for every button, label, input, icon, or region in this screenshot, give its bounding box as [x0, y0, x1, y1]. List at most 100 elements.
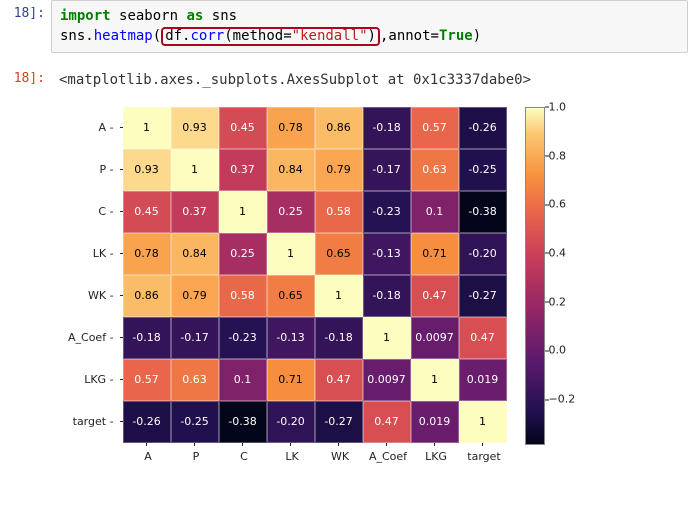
x-label: WK: [316, 450, 364, 463]
y-label: LK -: [68, 233, 114, 275]
x-label: LK: [268, 450, 316, 463]
colorbar: 1.00.80.60.40.20.0−0.2: [525, 107, 587, 445]
colorbar-tick-label: 1.0: [549, 100, 567, 113]
module-name: seaborn: [119, 8, 178, 24]
colorbar-ticks: 1.00.80.60.40.20.0−0.2: [545, 107, 587, 443]
sub-paren-open: (: [224, 28, 232, 44]
heatmap-cell: -0.25: [459, 149, 507, 191]
heatmap-cell: -0.27: [315, 401, 363, 443]
heatmap-grid: 10.930.450.780.86-0.180.57-0.260.9310.37…: [123, 107, 507, 443]
y-label: WK -: [68, 275, 114, 317]
heatmap-cell: 0.65: [315, 233, 363, 275]
heatmap-cell: 0.25: [219, 233, 267, 275]
colorbar-gradient: [525, 107, 545, 445]
heatmap-plot: A -P -C -LK -WK -A_Coef -LKG -target - 1…: [68, 107, 678, 463]
output-cell: 18]: <matplotlib.axes._subplots.AxesSubp…: [0, 65, 688, 97]
heatmap-cell: 0.71: [267, 359, 315, 401]
input-prompt: 18]:: [0, 0, 51, 53]
colorbar-tick-label: 0.0: [549, 344, 567, 357]
eq: =: [283, 28, 291, 44]
heatmap-cell: -0.25: [171, 401, 219, 443]
heatmap-cell: 0.0097: [411, 317, 459, 359]
heatmap-cell: 0.86: [123, 275, 171, 317]
heatmap-cell: 0.79: [315, 149, 363, 191]
obj-sns: sns: [60, 28, 85, 44]
heatmap-cell: 1: [267, 233, 315, 275]
heatmap-cell: -0.13: [363, 233, 411, 275]
x-tick-marks: [123, 443, 507, 446]
y-label: C -: [68, 191, 114, 233]
method-value: "kendall": [292, 28, 368, 44]
heatmap-cell: -0.38: [219, 401, 267, 443]
paren-open: (: [153, 28, 161, 44]
heatmap-cell: 0.78: [267, 107, 315, 149]
arg-method: method: [233, 28, 284, 44]
colorbar-tick-label: 0.4: [549, 246, 567, 259]
heatmap-cell: 0.0097: [363, 359, 411, 401]
colorbar-tick-label: 0.6: [549, 198, 567, 211]
x-label: LKG: [412, 450, 460, 463]
y-label: A -: [68, 107, 114, 149]
heatmap-cell: 0.47: [459, 317, 507, 359]
heatmap-cell: -0.18: [123, 317, 171, 359]
heatmap-cell: 1: [459, 401, 507, 443]
heatmap-cell: 0.019: [411, 401, 459, 443]
heatmap-cell: 0.019: [459, 359, 507, 401]
heatmap-cell: 0.78: [123, 233, 171, 275]
heatmap-cell: -0.23: [219, 317, 267, 359]
x-label: A: [124, 450, 172, 463]
heatmap-cell: -0.26: [123, 401, 171, 443]
heatmap-cell: 1: [171, 149, 219, 191]
y-label: LKG -: [68, 359, 114, 401]
highlighted-arg: df.corr(method="kendall"): [161, 27, 380, 46]
annot-value: True: [439, 28, 473, 44]
heatmap-cell: 1: [123, 107, 171, 149]
heatmap-cell: 0.25: [267, 191, 315, 233]
heatmap-cell: -0.13: [267, 317, 315, 359]
heatmap-cell: 1: [219, 191, 267, 233]
colorbar-tick-label: −0.2: [549, 393, 576, 406]
heatmap-cell: -0.17: [363, 149, 411, 191]
heatmap-cell: 0.58: [219, 275, 267, 317]
heatmap-cell: 0.1: [411, 191, 459, 233]
y-axis-labels: A -P -C -LK -WK -A_Coef -LKG -target -: [68, 107, 114, 443]
heatmap-cell: 0.47: [363, 401, 411, 443]
colorbar-tick-label: 0.2: [549, 295, 567, 308]
arg-annot: annot: [388, 28, 430, 44]
heatmap-cell: 0.45: [123, 191, 171, 233]
input-cell: 18]: import seaborn as sns sns.heatmap(d…: [0, 0, 688, 53]
heatmap-cell: 0.63: [171, 359, 219, 401]
heatmap-cell: 0.93: [171, 107, 219, 149]
x-label: target: [460, 450, 508, 463]
keyword-import: import: [60, 8, 111, 24]
heatmap-cell: 0.86: [315, 107, 363, 149]
heatmap-cell: 1: [315, 275, 363, 317]
colorbar-tick-label: 0.8: [549, 149, 567, 162]
x-label: P: [172, 450, 220, 463]
heatmap-cell: 0.71: [411, 233, 459, 275]
heatmap-cell: 0.58: [315, 191, 363, 233]
heatmap-cell: 0.63: [411, 149, 459, 191]
heatmap-cell: 0.47: [315, 359, 363, 401]
heatmap-cell: 0.57: [411, 107, 459, 149]
heatmap-cell: -0.18: [363, 275, 411, 317]
y-label: A_Coef -: [68, 317, 114, 359]
paren-close: ): [473, 28, 481, 44]
heatmap-cell: 0.47: [411, 275, 459, 317]
heatmap-cell: 0.84: [267, 149, 315, 191]
y-label: target -: [68, 401, 114, 443]
heatmap-cell: 0.57: [123, 359, 171, 401]
code-input[interactable]: import seaborn as sns sns.heatmap(df.cor…: [51, 0, 688, 53]
heatmap-cell: -0.20: [267, 401, 315, 443]
heatmap-cell: 1: [411, 359, 459, 401]
heatmap-cell: 0.84: [171, 233, 219, 275]
heatmap-cell: -0.23: [363, 191, 411, 233]
heatmap-cell: 0.79: [171, 275, 219, 317]
heatmap-cell: -0.18: [363, 107, 411, 149]
heatmap-cell: -0.27: [459, 275, 507, 317]
x-label: A_Coef: [364, 450, 412, 463]
heatmap-cell: -0.18: [315, 317, 363, 359]
output-text: <matplotlib.axes._subplots.AxesSubplot a…: [51, 65, 688, 97]
keyword-as: as: [186, 8, 203, 24]
df-obj: df: [165, 28, 182, 44]
